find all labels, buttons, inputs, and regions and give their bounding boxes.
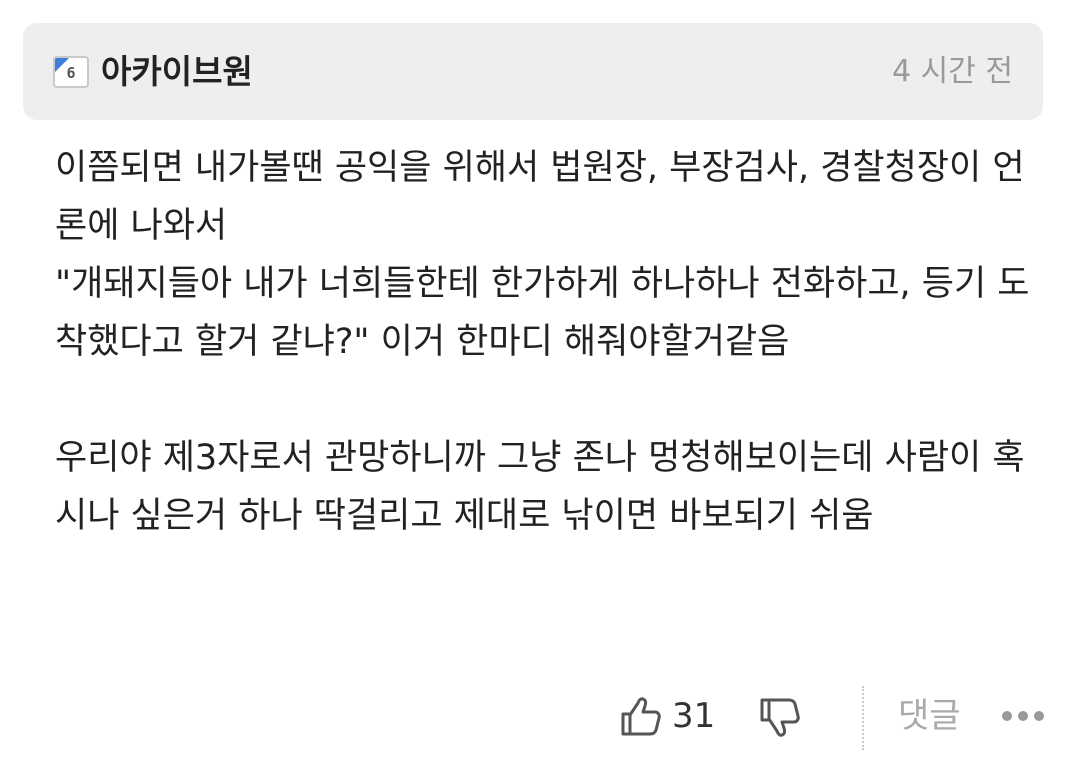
like-count: 31 bbox=[672, 696, 716, 736]
level-number: 6 bbox=[66, 64, 76, 82]
thumbs-up-icon[interactable] bbox=[619, 694, 663, 738]
author-name[interactable]: 아카이브원 bbox=[101, 50, 253, 94]
comment-header: 6 아카이브원 4 시간 전 bbox=[23, 23, 1043, 120]
level-badge-icon: 6 bbox=[53, 56, 89, 88]
comment-paragraph: 우리야 제3자로서 관망하니까 그냥 존나 멍청해보이는데 사람이 혹시나 싶은… bbox=[55, 438, 1025, 536]
timestamp: 4 시간 전 bbox=[892, 54, 1013, 89]
action-divider bbox=[862, 686, 864, 750]
comment-paragraph: 이쯤되면 내가볼땐 공익을 위해서 법원장, 부장검사, 경찰청장이 언론에 나… bbox=[55, 148, 1025, 246]
more-dots-icon[interactable] bbox=[1000, 706, 1046, 726]
comment-paragraph: "개돼지들아 내가 너희들한테 한가하게 하나하나 전화하고, 등기 도착했다고… bbox=[55, 264, 1030, 362]
comment-body: 이쯤되면 내가볼땐 공익을 위해서 법원장, 부장검사, 경찰청장이 언론에 나… bbox=[55, 139, 1045, 545]
comment-button[interactable]: 댓글 bbox=[898, 694, 961, 738]
thumbs-down-icon[interactable] bbox=[758, 696, 802, 740]
comment-actions: 31 댓글 bbox=[0, 684, 1069, 754]
